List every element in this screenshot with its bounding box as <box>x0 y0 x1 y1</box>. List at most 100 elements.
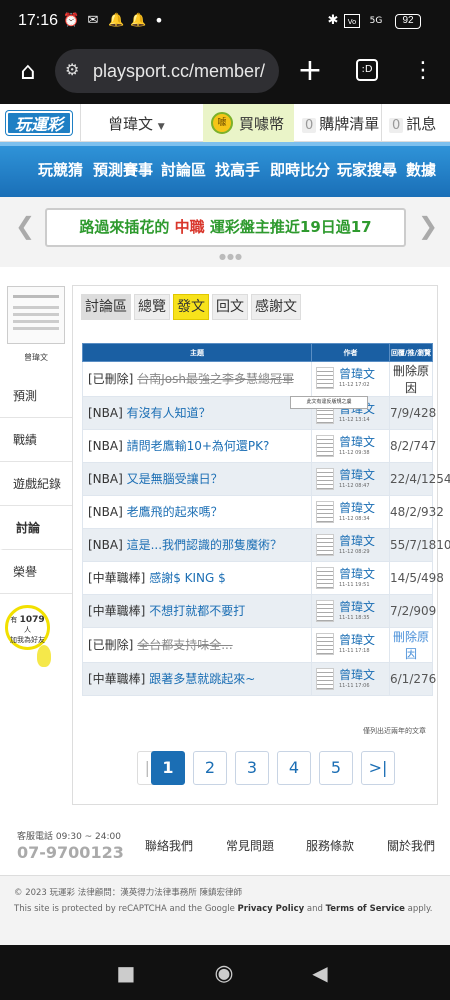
tab-replies[interactable]: 回文 <box>212 294 248 320</box>
table-row[interactable]: [已刪除] 全台都支持味全... 曾瑋文 11-11 17:18 刪除原因 <box>82 627 433 663</box>
table-row[interactable]: [中華職棒] 不想打就都不要打 曾瑋文 11-11 18:35 7/2/909 <box>82 594 436 628</box>
author-thumbnail[interactable] <box>316 435 334 457</box>
chevron-right-icon[interactable]: ❯ <box>418 212 438 240</box>
page-3-button[interactable]: 3 <box>235 751 269 785</box>
author-thumbnail[interactable] <box>316 633 334 655</box>
recents-icon[interactable]: ■ <box>111 961 141 985</box>
post-date: 11-12 08:47 <box>339 483 370 489</box>
divider <box>80 104 81 142</box>
last-page-button[interactable]: >| <box>361 751 395 785</box>
sidebar-item-discussion[interactable]: 討論 <box>0 506 72 550</box>
tab-overview[interactable]: 總覽 <box>134 294 170 320</box>
nav-item-predict[interactable]: 預測賽事 <box>93 159 153 180</box>
messages-link[interactable]: 0 訊息 <box>389 113 436 134</box>
site-header: 玩運彩 曾瑋文 ▼ 噱 買噱幣 0 購牌清單 0 訊息 <box>0 104 450 142</box>
back-icon[interactable]: ◀ <box>305 961 335 985</box>
table-row[interactable]: [中華職棒] 感謝$ KING $ 曾瑋文 11-11 19:51 14/5/498 <box>82 561 444 595</box>
post-title-link[interactable]: 有沒有人知道？ <box>127 406 211 420</box>
author-thumbnail[interactable] <box>316 600 334 622</box>
post-title-link[interactable]: 請問老鷹輸10+為何還PK? <box>127 439 270 453</box>
table-row[interactable]: [已刪除] 台南Josh最強之李多慧總冠軍 曾瑋文 11-12 17:02 刪除原因 <box>82 361 433 397</box>
nav-item-forum[interactable]: 討論區 <box>161 159 206 180</box>
tab-forum[interactable]: 討論區 <box>81 294 131 320</box>
url-bar[interactable]: ⚙ playsport.cc/member/ <box>55 49 279 93</box>
terms-link[interactable]: Terms of Service <box>326 904 405 914</box>
table-row[interactable]: [中華職棒] 跟著多慧就跳起來~ 曾瑋文 11-11 17:06 6/1/276 <box>82 662 436 696</box>
friend-count-badge[interactable]: 有 1079 人 加我為好友 <box>5 605 50 650</box>
author-name[interactable]: 曾瑋文 <box>339 565 375 582</box>
author-thumbnail[interactable] <box>316 367 334 389</box>
nav-item-player-search[interactable]: 玩家搜尋 <box>337 159 397 180</box>
footer-link-about[interactable]: 關於我們 <box>387 837 435 854</box>
author-name[interactable]: 曾瑋文 <box>339 365 375 382</box>
author-name[interactable]: 曾瑋文 <box>339 466 375 483</box>
page-2-button[interactable]: 2 <box>193 751 227 785</box>
posts-panel: 討論區 總覽 發文 回文 感謝文 主題 作者 回覆/推/瀏覽 [已刪除] 台南Josh最… <box>72 285 450 805</box>
footer-link-terms[interactable]: 服務條款 <box>306 837 354 854</box>
home-circle-icon[interactable]: ◉ <box>209 961 239 986</box>
author-thumbnail[interactable] <box>316 501 334 523</box>
author-name[interactable]: 曾瑋文 <box>339 598 375 615</box>
page-5-button[interactable]: 5 <box>319 751 353 785</box>
post-title-link[interactable]: 老鷹飛的起來嗎？ <box>127 505 223 519</box>
author-thumbnail[interactable] <box>316 567 334 589</box>
post-title-link[interactable]: 又是無腦受讓日？ <box>127 472 223 486</box>
author-thumbnail[interactable] <box>316 468 334 490</box>
privacy-policy-link[interactable]: Privacy Policy <box>238 904 305 914</box>
tab-switcher-icon[interactable]: :D <box>356 59 378 81</box>
author-name[interactable]: 曾瑋文 <box>339 532 375 549</box>
menu-dots-icon[interactable]: ⋮ <box>405 49 441 93</box>
user-menu[interactable]: 曾瑋文 ▼ <box>108 113 165 134</box>
author-name[interactable]: 曾瑋文 <box>339 666 375 683</box>
author-name[interactable]: 曾瑋文 <box>339 433 375 450</box>
chevron-left-icon[interactable]: ❮ <box>15 212 35 240</box>
table-row[interactable]: [NBA] 這是...我們認識的那隻魔術？ 曾瑋文 11-12 08:29 55/7/… <box>82 528 450 562</box>
signal-icon: 5G <box>369 16 383 26</box>
col-header-topic: 主題 <box>82 343 312 362</box>
bell-icon: 🔔 <box>108 13 125 28</box>
post-title-link[interactable]: 全台都支持味全... <box>137 638 232 652</box>
table-row[interactable]: [NBA] 又是無腦受讓日？ 曾瑋文 11-12 08:47 22/4/1254 <box>82 462 450 496</box>
cart-link[interactable]: 0 購牌清單 <box>302 113 379 134</box>
site-settings-icon[interactable]: ⚙ <box>65 49 79 93</box>
post-title-link[interactable]: 跟著多慧就跳起來~ <box>149 672 255 686</box>
table-row[interactable]: [NBA] 請問老鷹輸10+為何還PK? 曾瑋文 11-12 09:38 8/2/74… <box>82 429 436 463</box>
nav-item-experts[interactable]: 找高手 <box>215 159 260 180</box>
tab-posts[interactable]: 發文 <box>173 294 209 320</box>
nav-item-play[interactable]: 玩競猜 <box>38 159 83 180</box>
banner-headline[interactable]: 路過來插花的 中職 運彩盤主推近19日過17 <box>45 208 406 247</box>
post-title-link[interactable]: 這是...我們認識的那隻魔術？ <box>127 538 282 552</box>
sidebar-item-honors[interactable]: 榮譽 <box>0 550 72 594</box>
page-4-button[interactable]: 4 <box>277 751 311 785</box>
tab-thanks[interactable]: 感謝文 <box>251 294 301 320</box>
nav-item-livescore[interactable]: 即時比分 <box>270 159 330 180</box>
page-1-button[interactable]: 1 <box>151 751 185 785</box>
msg-count: 0 <box>389 118 404 133</box>
post-title-link[interactable]: 台南Josh最強之李多慧總冠軍 <box>137 372 294 386</box>
footer-link-contact[interactable]: 聯絡我們 <box>145 837 193 854</box>
home-icon[interactable]: ⌂ <box>10 49 46 93</box>
table-row[interactable]: [NBA] 老鷹飛的起來嗎？ 曾瑋文 11-12 08:34 48/2/932 <box>82 495 444 529</box>
sidebar-item-game-log[interactable]: 遊戲紀錄 <box>0 462 72 506</box>
site-logo[interactable]: 玩運彩 <box>6 111 72 135</box>
footer-link-faq[interactable]: 常見問題 <box>226 837 274 854</box>
author-name[interactable]: 曾瑋文 <box>339 631 375 648</box>
table-row[interactable]: [NBA] 有沒有人知道？ 曾瑋文 11-12 13:14 7/9/428 <box>82 396 436 430</box>
service-phone[interactable]: 07-9700123 <box>17 843 124 862</box>
sidebar-item-record[interactable]: 戰績 <box>0 418 72 462</box>
new-tab-icon[interactable]: + <box>292 49 328 93</box>
post-stats[interactable]: 刪除原因 <box>389 627 433 663</box>
author-thumbnail[interactable] <box>316 668 334 690</box>
tooltip: 此文有違反版規之虞 <box>290 396 368 409</box>
coins-button[interactable]: 噱 買噱幣 <box>203 104 294 142</box>
post-title-cell: [NBA] 有沒有人知道？ <box>82 396 312 430</box>
avatar[interactable] <box>7 286 65 344</box>
post-stats: 14/5/498 <box>389 561 444 595</box>
author-name[interactable]: 曾瑋文 <box>339 499 375 516</box>
nav-item-stats[interactable]: 數據 <box>406 159 436 180</box>
post-title-link[interactable]: 感謝$ KING $ <box>149 571 226 585</box>
post-title-link[interactable]: 不想打就都不要打 <box>149 604 245 618</box>
sidebar-item-predictions[interactable]: 預測 <box>0 374 72 418</box>
author-thumbnail[interactable] <box>316 534 334 556</box>
tab-bar: 討論區 總覽 發文 回文 感謝文 <box>81 294 304 320</box>
